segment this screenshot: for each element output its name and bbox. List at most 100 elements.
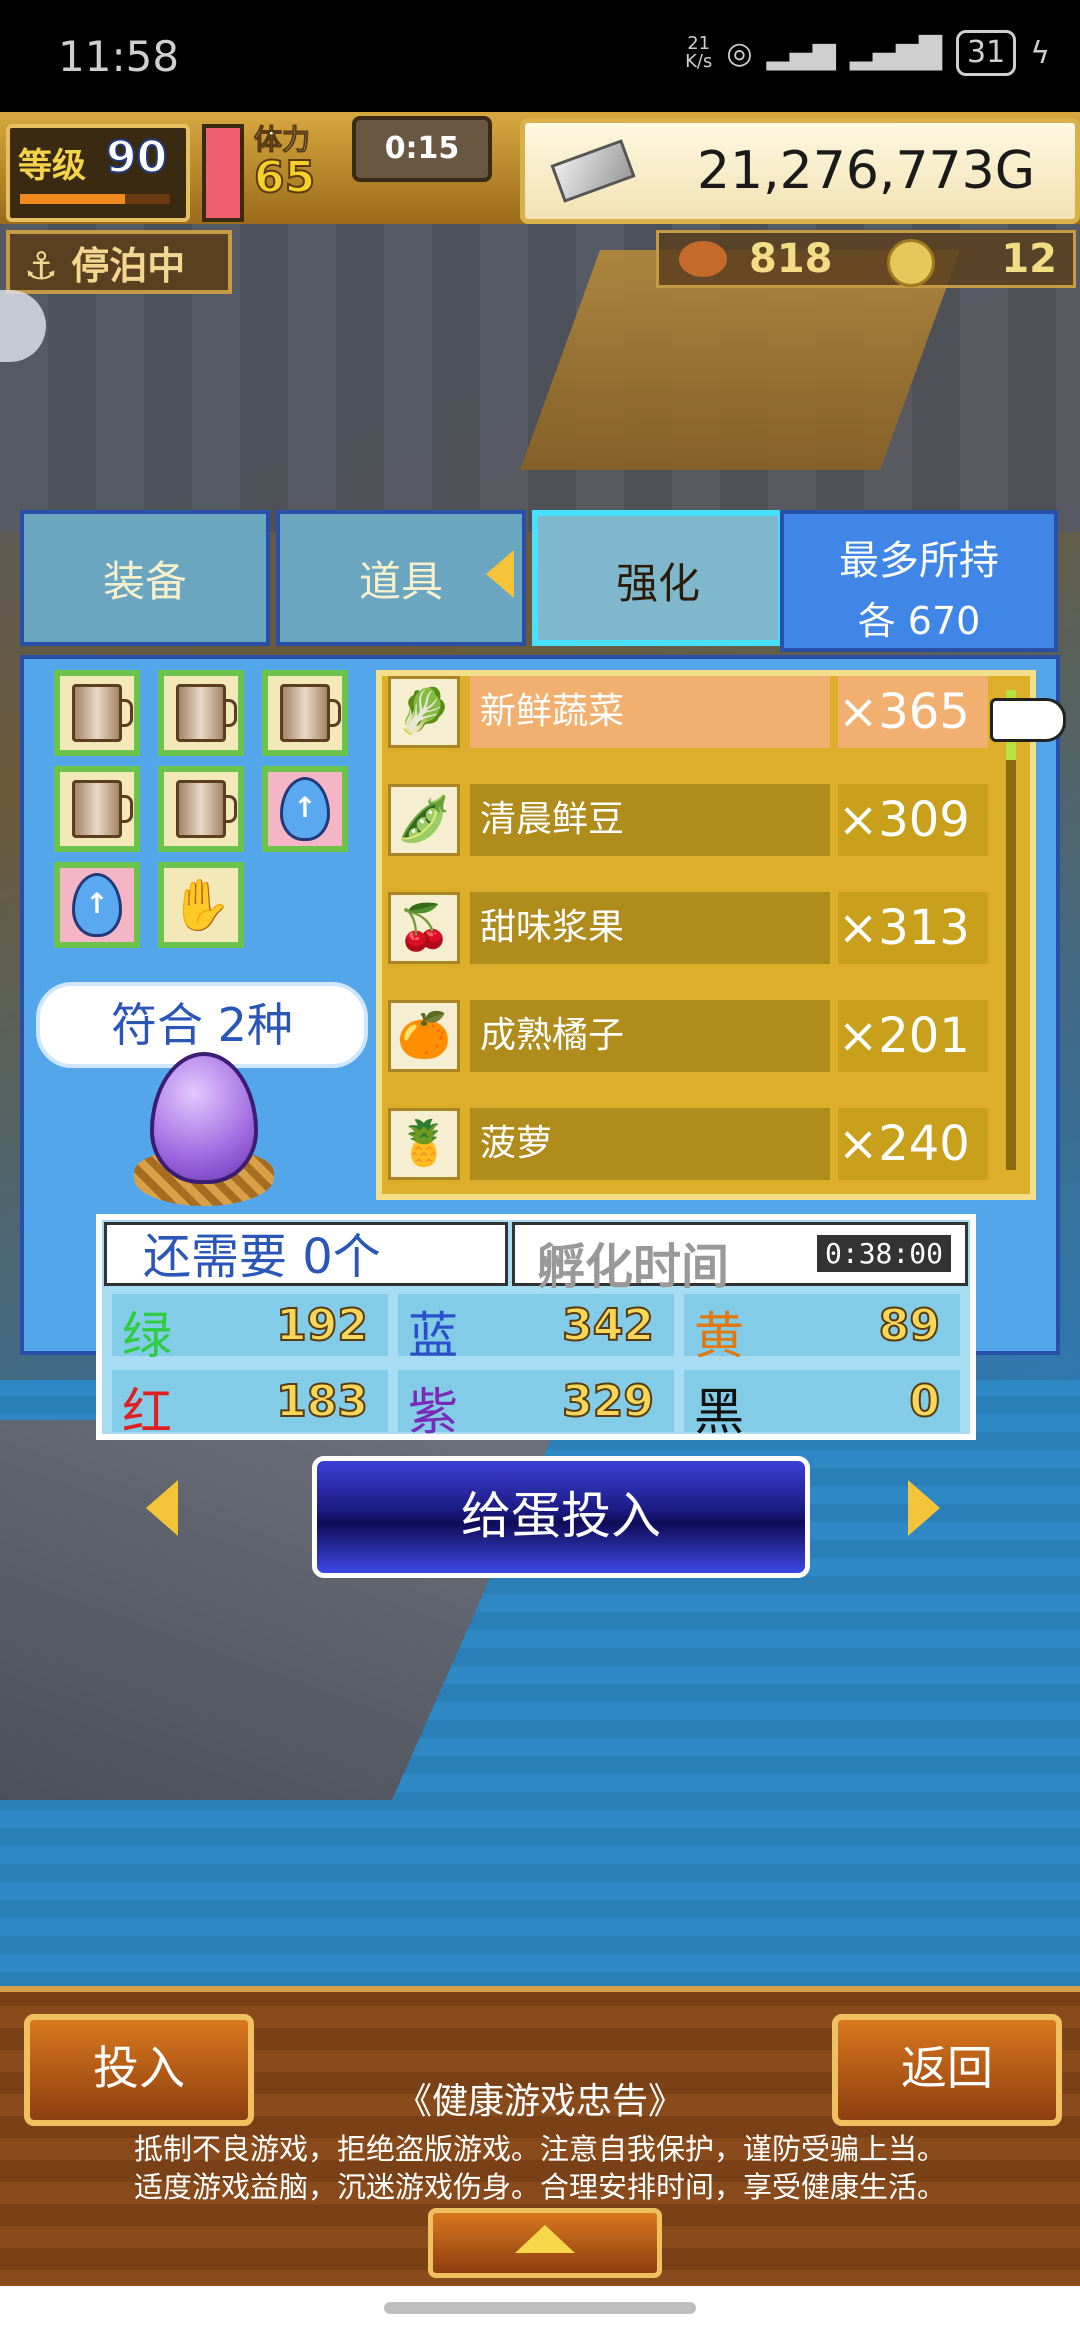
home-indicator[interactable]: [384, 2302, 696, 2314]
hatch-time-value: 0:38:00: [816, 1235, 951, 1272]
list-item[interactable]: 🫛 清晨鲜豆 ×309: [388, 778, 1014, 868]
stat-yellow: 黄 89: [684, 1294, 960, 1365]
hatch-time-label: 孵化时间: [537, 1239, 730, 1295]
item-count: ×365: [838, 676, 988, 748]
net-speed: 21 K/s: [685, 35, 712, 71]
ingredient-slot[interactable]: [54, 670, 140, 756]
item-name: 甜味浆果: [470, 892, 830, 964]
exp-bar: [20, 194, 170, 204]
battery-icon: 31: [956, 30, 1017, 76]
item-name: 清晨鲜豆: [470, 784, 830, 856]
max-hold-title: 最多所持: [839, 538, 999, 584]
stat-red: 红 183: [112, 1370, 388, 1441]
tab-enhance[interactable]: 强化: [532, 510, 784, 646]
item-list-rows: 🥬 新鲜蔬菜 ×365 🫛 清晨鲜豆 ×309 🍒 甜味浆果 ×313 🍊 成熟…: [376, 670, 1024, 1188]
item-count: ×201: [838, 1000, 988, 1072]
health-notice-line2: 适度游戏益脑，沉迷游戏伤身。合理安排时间，享受健康生活。: [133, 2170, 946, 2204]
tab-prev-arrow-icon[interactable]: [486, 550, 514, 598]
stat-green: 绿 192: [112, 1294, 388, 1365]
list-item[interactable]: 🍍 菠萝 ×240: [388, 1102, 1014, 1192]
level-value: 90: [105, 131, 168, 184]
list-item[interactable]: 🍊 成熟橘子 ×201: [388, 994, 1014, 1084]
list-item[interactable]: 🥬 新鲜蔬菜 ×365: [388, 670, 1014, 760]
level-badge: 等级 90: [6, 124, 190, 222]
next-arrow-icon[interactable]: [908, 1480, 940, 1536]
item-count: ×240: [838, 1108, 988, 1180]
food-icon: [679, 241, 727, 277]
medal-icon: [887, 239, 935, 287]
mug-icon: [176, 780, 237, 838]
net-speed-unit: K/s: [685, 51, 713, 72]
list-scrollbar[interactable]: [1006, 690, 1016, 1170]
max-hold-box: 最多所持 各 670: [780, 510, 1058, 652]
food-value: 818: [749, 236, 833, 282]
health-notice-line1: 抵制不良游戏，拒绝盗版游戏。注意自我保护，谨防受骗上当。: [133, 2132, 946, 2166]
medal-value: 12: [1001, 236, 1057, 282]
item-count: ×309: [838, 784, 988, 856]
blue-egg-icon: ↑: [280, 777, 330, 841]
mug-icon: [72, 780, 133, 838]
feed-egg-button[interactable]: 给蛋投入: [312, 1456, 810, 1578]
ingredient-slot[interactable]: ✋: [158, 862, 244, 948]
stat-purple: 紫 329: [398, 1370, 674, 1441]
ingredient-slot[interactable]: ↑: [54, 862, 140, 948]
level-label: 等级: [18, 146, 86, 186]
stat-value: 342: [561, 1299, 655, 1352]
expand-menu-button[interactable]: [428, 2208, 662, 2278]
hp-gauge: [202, 124, 244, 222]
dock-status: ⚓ 停泊中: [6, 230, 232, 294]
prev-arrow-icon[interactable]: [146, 1480, 178, 1536]
stat-blue: 蓝 342: [398, 1294, 674, 1365]
status-icons: 21 K/s ◎ ▂▄▆ ▂▄▆█ 31 ϟ: [685, 30, 1050, 76]
stat-key: 黑: [694, 1383, 744, 1441]
berries-icon: 🍒: [388, 892, 460, 964]
stamina-value: 65: [253, 151, 316, 204]
timer: 0:15: [352, 116, 492, 182]
stat-key: 蓝: [408, 1307, 458, 1365]
stamina: 体力 65: [253, 118, 354, 218]
stat-key: 紫: [408, 1383, 458, 1441]
mug-icon: [176, 684, 237, 742]
ingredient-slot[interactable]: [262, 670, 348, 756]
beans-icon: 🫛: [388, 784, 460, 856]
ingredient-slot[interactable]: [158, 670, 244, 756]
mug-icon: [280, 684, 341, 742]
need-count: 还需要 0个: [104, 1222, 508, 1286]
mug-icon: [72, 684, 133, 742]
stat-key: 红: [122, 1383, 172, 1441]
ingredient-slot[interactable]: [54, 766, 140, 852]
dock-status-label: 停泊中: [71, 244, 186, 288]
gold-value: 21,276,773G: [696, 141, 1035, 201]
silver-bar-icon: [550, 139, 636, 203]
vegetable-icon: 🥬: [388, 676, 460, 748]
hatch-time: 孵化时间 0:38:00: [512, 1222, 968, 1295]
list-item[interactable]: 🍒 甜味浆果 ×313: [388, 886, 1014, 976]
health-notice-title: 《健康游戏忠告》: [395, 2081, 684, 2122]
tab-equipment[interactable]: 装备: [20, 510, 270, 646]
stat-value: 183: [275, 1375, 369, 1428]
item-count: ×313: [838, 892, 988, 964]
item-name: 成熟橘子: [470, 1000, 830, 1072]
pointing-hand-icon: [990, 698, 1066, 742]
pineapple-icon: 🍍: [388, 1108, 460, 1180]
stat-value: 329: [561, 1375, 655, 1428]
hotspot-icon: ◎: [726, 35, 753, 71]
clock: 11:58: [58, 32, 180, 81]
glove-icon: ✋: [169, 876, 233, 934]
signal-icon-2: ▂▄▆█: [849, 35, 943, 71]
stat-value: 89: [878, 1299, 941, 1352]
resources-bar: 818 12: [656, 230, 1076, 288]
blue-egg-icon: ↑: [72, 873, 122, 937]
stat-value: 192: [275, 1299, 369, 1352]
ingredient-slot[interactable]: [158, 766, 244, 852]
ingredient-slot[interactable]: ↑: [262, 766, 348, 852]
stat-value: 0: [908, 1375, 941, 1428]
max-hold-value: 各 670: [857, 599, 981, 643]
gold-display: 21,276,773G: [520, 118, 1080, 224]
stat-key: 绿: [122, 1307, 172, 1365]
up-arrow-icon: [515, 2225, 575, 2253]
signal-icon: ▂▄▆: [766, 35, 836, 71]
stat-black: 黑 0: [684, 1370, 960, 1441]
orange-icon: 🍊: [388, 1000, 460, 1072]
charging-icon: ϟ: [1030, 35, 1050, 71]
